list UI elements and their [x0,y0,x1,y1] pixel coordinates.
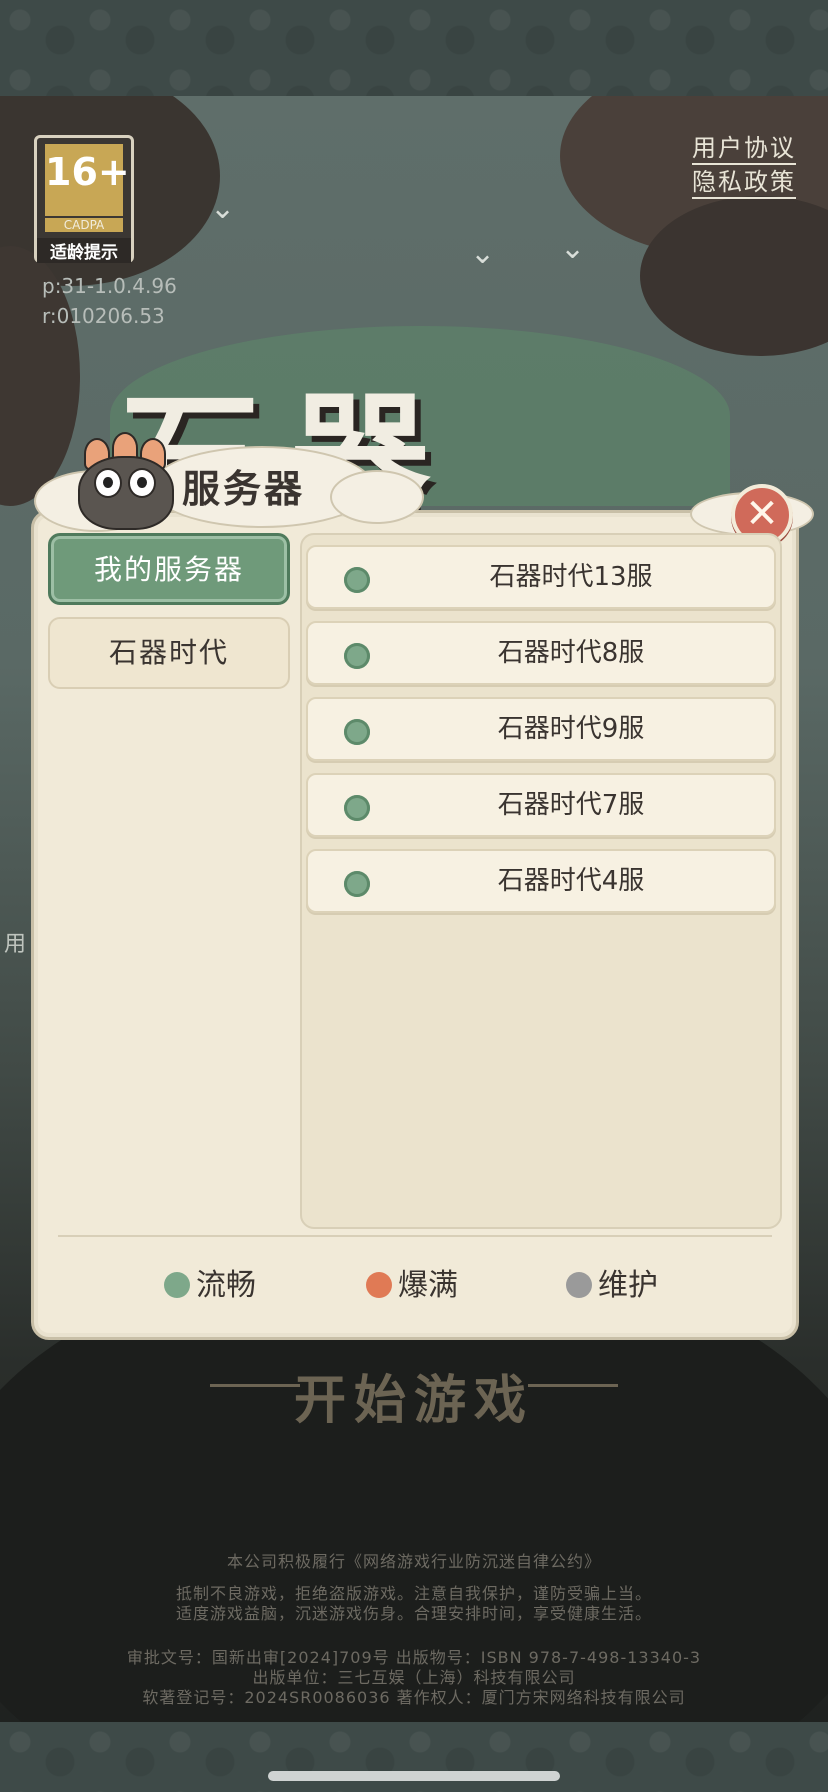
server-row[interactable]: 石器时代9服 [306,697,776,761]
legend-label: 流畅 [196,1268,256,1303]
version-r: r:010206.53 [42,304,165,328]
server-name: 石器时代7服 [497,790,645,820]
notice-line: 本公司积极履行《网络游戏行业防沉迷自律公约》 [226,1552,601,1571]
panel-title: 服务器 [182,466,306,511]
top-pattern-band [0,0,828,96]
user-agreement-link[interactable]: 用户协议 [692,128,796,165]
category-tab-my-servers[interactable]: 我的服务器 [48,533,290,605]
panel-divider [58,1235,772,1237]
server-row[interactable]: 石器时代8服 [306,621,776,685]
mascot-icon [66,432,182,530]
status-dot-icon [344,795,370,821]
legend-dot-icon [366,1271,392,1298]
legend-label: 爆满 [398,1268,458,1303]
legend-dot-icon [566,1271,592,1298]
partial-label: 用 [4,932,27,957]
status-dot-icon [344,567,370,593]
category-tab-stone-age[interactable]: 石器时代 [48,617,290,689]
status-dot-icon [344,719,370,745]
home-indicator[interactable] [268,1771,560,1781]
status-dot-icon [344,643,370,669]
category-tab-label: 我的服务器 [93,553,244,586]
header-cloud [330,470,424,524]
version-p: p:31-1.0.4.96 [42,274,177,298]
notice-line: 软著登记号：2024SR0086036 著作权人：厦门方宋网络科技有限公司 [142,1688,686,1707]
age-rating-hint: 适龄提示 [37,238,131,263]
legend-smooth: 流畅 [164,1268,256,1304]
legend-dot-icon [164,1271,190,1298]
start-game-button[interactable]: 开始游戏 [214,1358,614,1433]
legend-full: 爆满 [366,1268,458,1304]
server-name: 石器时代9服 [497,714,645,744]
privacy-policy-link[interactable]: 隐私政策 [692,162,796,199]
bottom-pattern-band [0,1722,828,1792]
server-name: 石器时代4服 [497,866,645,896]
server-row[interactable]: 石器时代7服 [306,773,776,837]
age-rating-number: 16+ [45,144,130,216]
notice-line: 适度游戏益脑，沉迷游戏伤身。合理安排时间，享受健康生活。 [175,1604,652,1623]
close-icon: ✕ [745,491,779,537]
age-rating-org: CADPA [45,218,123,232]
server-row[interactable]: 石器时代4服 [306,849,776,913]
server-name: 石器时代8服 [497,638,645,668]
server-row[interactable]: 石器时代13服 [306,545,776,609]
legend-label: 维护 [598,1268,658,1303]
category-tab-label: 石器时代 [108,636,229,669]
server-name: 石器时代13服 [489,562,653,592]
status-dot-icon [344,871,370,897]
age-rating-badge[interactable]: 16+ CADPA 适龄提示 [34,135,134,263]
legend-maintenance: 维护 [566,1268,658,1304]
